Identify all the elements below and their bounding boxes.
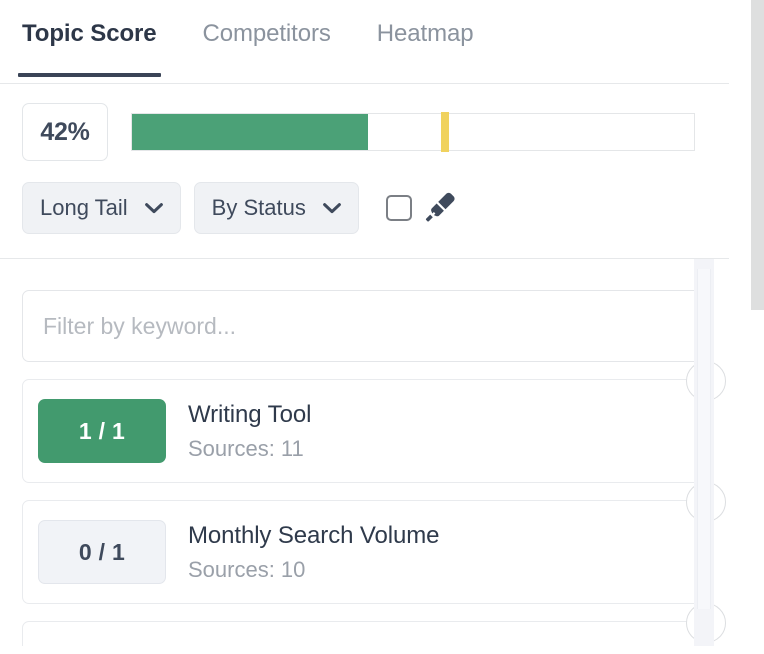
score-row: 42%	[0, 84, 729, 161]
tab-heatmap[interactable]: Heatmap	[377, 0, 474, 46]
highlighter-marker-icon[interactable]	[421, 189, 459, 227]
tab-competitors[interactable]: Competitors	[203, 0, 331, 46]
status-badge: 1 / 1	[38, 399, 166, 463]
keyword-type-select-label: Long Tail	[40, 195, 128, 220]
page-scrollbar[interactable]	[749, 0, 764, 654]
list-item-text: Monthly Search Volume Sources: 10	[188, 522, 439, 582]
panel-content: Topic Score Competitors Heatmap 42% Long…	[0, 0, 729, 654]
highlight-checkbox[interactable]	[385, 195, 412, 221]
topic-score-panel: Topic Score Competitors Heatmap 42% Long…	[0, 0, 764, 654]
list-item-sources: Sources: 10	[188, 556, 306, 582]
chevron-down-icon	[144, 202, 163, 214]
list-scrollbar-thumb[interactable]	[697, 269, 711, 609]
score-percent-chip: 42%	[22, 103, 108, 161]
status-badge-label: 1 / 1	[78, 417, 126, 444]
chevron-down-icon	[322, 202, 341, 214]
tab-competitors-label: Competitors	[202, 20, 331, 47]
tab-bar: Topic Score Competitors Heatmap	[0, 0, 729, 84]
grouping-select[interactable]: By Status	[193, 182, 359, 234]
score-target-marker	[441, 112, 450, 152]
list-item[interactable]	[22, 603, 726, 646]
list-item[interactable]: 1 / 1 Writing Tool Sources: 11	[22, 361, 726, 483]
status-badge-label: 0 / 1	[78, 538, 126, 565]
list-scrollbar[interactable]	[694, 259, 714, 646]
keyword-type-select[interactable]: Long Tail	[22, 182, 181, 234]
list-item-title: Writing Tool	[188, 401, 312, 429]
keyword-list-area: 1 / 1 Writing Tool Sources: 11	[0, 259, 729, 646]
tab-topic-score-label: Topic Score	[22, 20, 157, 47]
list-item[interactable]: 0 / 1 Monthly Search Volume Sources: 10	[22, 482, 726, 604]
page-scrollbar-thumb[interactable]	[751, 0, 764, 310]
list-item-text: Writing Tool Sources: 11	[188, 401, 311, 461]
score-percent-label: 42%	[40, 117, 90, 146]
keyword-filter-input[interactable]	[22, 290, 706, 362]
grouping-select-label: By Status	[211, 195, 306, 220]
filters-row: Long Tail By Status	[0, 161, 729, 234]
status-badge: 0 / 1	[38, 520, 166, 584]
score-progress-bar	[131, 112, 695, 152]
score-progress-fill	[132, 114, 369, 150]
list-item-title: Monthly Search Volume	[188, 522, 440, 550]
tab-topic-score[interactable]: Topic Score	[18, 0, 160, 77]
list-item-sources: Sources: 11	[188, 435, 304, 461]
tab-heatmap-label: Heatmap	[376, 20, 474, 47]
